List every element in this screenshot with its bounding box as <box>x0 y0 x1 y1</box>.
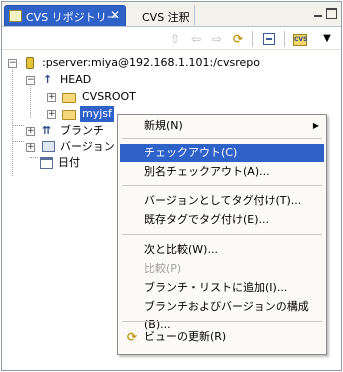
calendar-icon <box>40 157 53 169</box>
cvs-repository-icon <box>9 10 22 22</box>
expand-toggle[interactable]: + <box>47 110 56 119</box>
branches-icon: ⇈ <box>42 124 52 137</box>
head-branch-icon: ↑ <box>43 73 53 86</box>
submenu-arrow-icon: ▶ <box>312 121 319 130</box>
menu-item-add-to-branch-list[interactable]: ブランチ・リストに追加(I)... <box>120 279 324 297</box>
view-toolbar: ⇧ ⇦ ⇨ ⟳ CVS ▼ <box>2 27 341 50</box>
versions-icon <box>42 141 55 152</box>
menu-item-new[interactable]: 新規(N) ▶ <box>120 117 324 135</box>
toolbar-separator <box>252 31 253 47</box>
menu-item-refresh-view[interactable]: ⟳ ビューの更新(R) <box>120 328 324 346</box>
refresh-icon[interactable]: ⟳ <box>230 31 246 47</box>
menu-item-checkout[interactable]: チェックアウト(C) <box>120 144 324 162</box>
expand-toggle[interactable]: + <box>26 127 35 136</box>
tab-cvs-repositories[interactable]: CVS リポジトリー ✕ <box>4 5 126 26</box>
view-menu-icon[interactable]: ▼ <box>319 31 335 47</box>
expand-toggle[interactable]: + <box>26 143 35 152</box>
tab-divider <box>194 5 195 25</box>
tree-item-cvsroot[interactable]: + CVSROOT <box>2 89 341 105</box>
repository-icon <box>26 57 34 69</box>
tree-item-head[interactable]: − ↑ HEAD <box>2 72 341 88</box>
collapse-toggle[interactable]: − <box>26 76 35 85</box>
context-menu: 新規(N) ▶ チェックアウト(C) 別名チェックアウト(A)... バージョン… <box>117 114 327 355</box>
back-icon[interactable]: ⇦ <box>188 31 204 47</box>
menu-item-checkout-as[interactable]: 別名チェックアウト(A)... <box>120 163 324 181</box>
collapse-toggle[interactable]: − <box>8 59 17 68</box>
forward-icon[interactable]: ⇨ <box>209 31 225 47</box>
close-icon[interactable]: ✕ <box>110 8 120 22</box>
tab-bar: CVS リポジトリー ✕ CVS 注釈 <box>2 2 341 27</box>
tree-item-dates[interactable]: 日付 <box>2 155 122 171</box>
menu-separator <box>122 138 322 139</box>
maximize-button[interactable] <box>326 8 337 19</box>
menu-separator <box>122 185 322 186</box>
menu-item-compare: 比較(P) <box>144 262 182 275</box>
menu-item-tag-with-existing[interactable]: 既存タグでタグ付け(E)... <box>120 211 324 229</box>
menu-separator <box>122 234 322 235</box>
tree-item-branches[interactable]: + ⇈ ブランチ <box>2 123 122 139</box>
menu-item-compare-with[interactable]: 次と比較(W)... <box>120 241 324 259</box>
menu-item-tag-as-version[interactable]: バージョンとしてタグ付け(T)... <box>120 192 324 210</box>
add-cvs-repository-icon[interactable]: CVS <box>292 31 308 47</box>
tab-cvs-annotate[interactable]: CVS 注釈 <box>130 7 196 26</box>
folder-icon <box>62 110 76 120</box>
tree-item-repository[interactable]: − :pserver:miya@192.168.1.101:/cvsrepo <box>2 55 341 71</box>
tree-item-versions[interactable]: + バージョン <box>2 139 122 155</box>
folder-icon <box>62 93 76 103</box>
minimize-button[interactable] <box>313 8 324 19</box>
menu-item-configure-branches[interactable]: ブランチおよびバージョンの構成(B)... <box>120 298 324 331</box>
menu-separator <box>122 321 322 322</box>
collapse-all-icon[interactable] <box>261 31 277 47</box>
toolbar-separator <box>284 31 285 47</box>
expand-toggle[interactable]: + <box>47 93 56 102</box>
go-up-icon[interactable]: ⇧ <box>167 31 183 47</box>
refresh-icon: ⟳ <box>126 330 138 344</box>
